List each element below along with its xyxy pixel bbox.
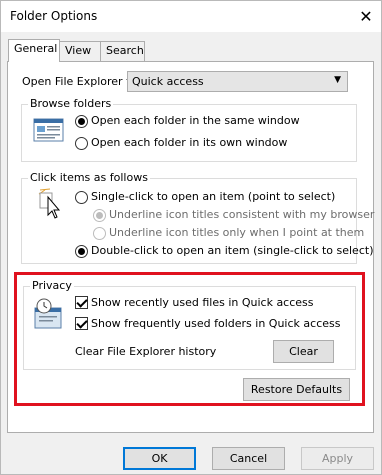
radio-same-window-label: Open each folder in the same window xyxy=(91,114,300,127)
tab-view[interactable]: View xyxy=(59,41,101,61)
ok-button-label: OK xyxy=(151,452,168,465)
apply-button[interactable]: Apply xyxy=(301,447,374,470)
folder-options-window: Folder Options ✕ General View Search Ope… xyxy=(0,0,382,475)
close-button[interactable]: ✕ xyxy=(351,1,381,32)
radio-single-click-label: Single-click to open an item (point to s… xyxy=(91,190,336,203)
open-explorer-label: Open File Explorer to: xyxy=(22,75,141,88)
cancel-button-label: Cancel xyxy=(229,452,268,465)
radio-double-click-label: Double-click to open an item (single-cli… xyxy=(91,244,374,257)
browse-folders-group xyxy=(21,104,357,162)
open-explorer-dropdown[interactable]: Quick access ▼ xyxy=(127,71,348,92)
pointer-click-icon xyxy=(36,187,66,221)
highlight-box xyxy=(14,272,365,406)
tab-general[interactable]: General xyxy=(8,39,60,62)
radio-underline-browser[interactable] xyxy=(93,209,106,222)
window-title: Folder Options xyxy=(10,9,98,23)
radio-underline-point[interactable] xyxy=(93,227,106,240)
tab-search[interactable]: Search xyxy=(100,41,145,61)
radio-own-window-label: Open each folder in its own window xyxy=(91,136,288,149)
chevron-down-icon: ▼ xyxy=(334,75,341,85)
radio-double-click[interactable] xyxy=(75,245,88,258)
tab-view-label: View xyxy=(65,44,92,57)
radio-same-window[interactable] xyxy=(75,115,88,128)
radio-underline-browser-label: Underline icon titles consistent with my… xyxy=(109,208,375,221)
browse-folders-title: Browse folders xyxy=(28,97,114,110)
tab-general-label: General xyxy=(14,42,58,55)
radio-own-window[interactable] xyxy=(75,137,88,150)
cancel-button[interactable]: Cancel xyxy=(212,447,285,470)
open-explorer-value: Quick access xyxy=(132,75,204,88)
ok-button[interactable]: OK xyxy=(123,447,196,470)
title-bar: Folder Options ✕ xyxy=(1,1,381,32)
browse-folders-icon xyxy=(33,118,64,144)
tab-search-label: Search xyxy=(106,44,144,57)
apply-button-label: Apply xyxy=(321,452,354,465)
radio-underline-point-label: Underline icon titles only when I point … xyxy=(109,226,365,239)
click-items-title: Click items as follows xyxy=(28,171,150,184)
radio-single-click[interactable] xyxy=(75,191,88,204)
